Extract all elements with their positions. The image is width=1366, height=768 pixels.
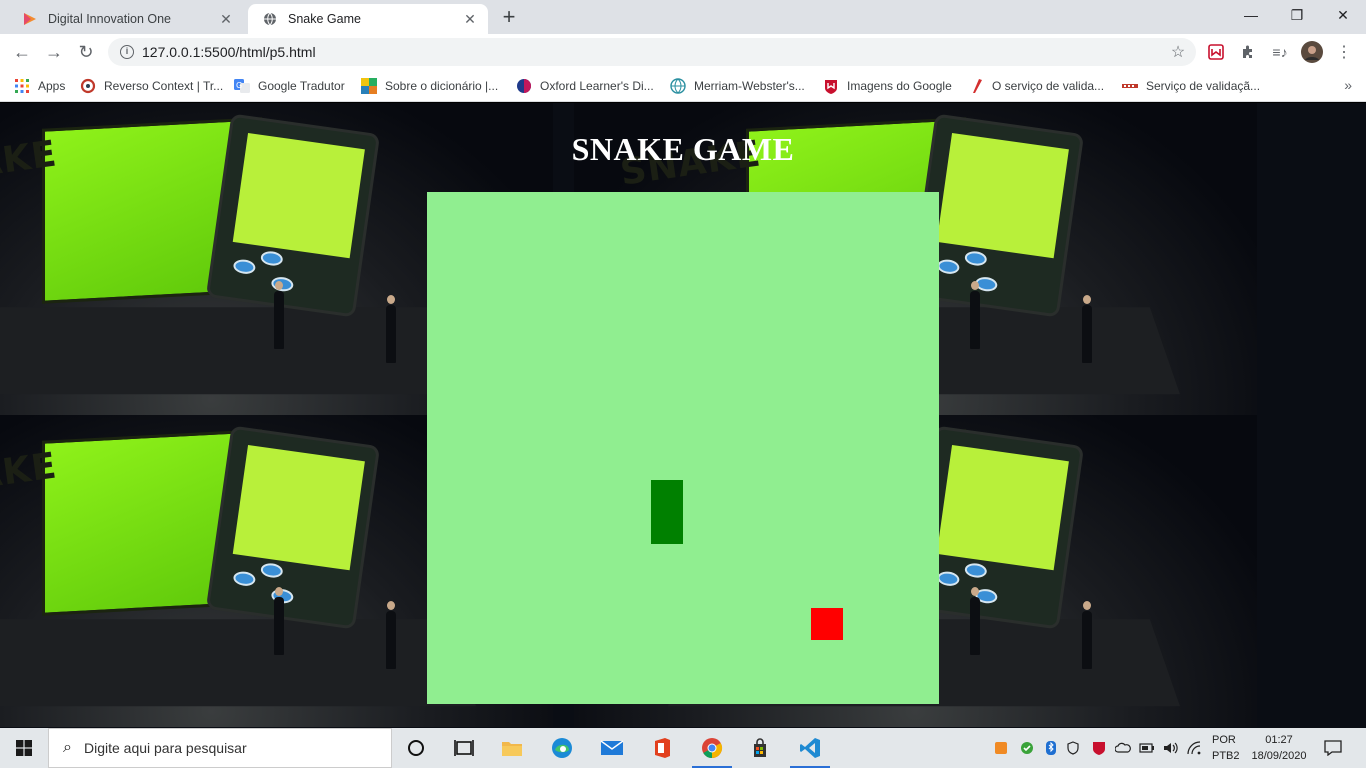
bluetooth-icon[interactable]: [1042, 738, 1060, 758]
taskbar-search-box[interactable]: ⌕ Digite aqui para pesquisar: [48, 728, 392, 768]
reverso-icon: [80, 78, 96, 94]
bookmark-imagens-do-google[interactable]: Imagens do Google: [823, 75, 952, 97]
pen-icon: [968, 78, 984, 94]
notification-center-icon[interactable]: [1320, 736, 1346, 760]
game-board-canvas[interactable]: [427, 192, 939, 704]
minimize-button[interactable]: —: [1228, 0, 1274, 30]
profile-avatar[interactable]: [1300, 40, 1324, 64]
media-control-icon[interactable]: ≡♪: [1268, 40, 1292, 64]
security-check-icon[interactable]: [1018, 738, 1036, 758]
globe-icon: [262, 11, 278, 27]
bookmark-label: O serviço de valida...: [992, 79, 1105, 93]
bookmark-label: Sobre o dicionário |...: [385, 79, 499, 93]
tab-title: Digital Innovation One: [48, 12, 171, 26]
food-item: [811, 608, 843, 640]
bookmark-label: Reverso Context | Tr...: [104, 79, 224, 93]
search-icon: ⌕: [63, 739, 72, 756]
clock-date: 18/09/2020: [1251, 750, 1307, 762]
task-view-icon[interactable]: [440, 728, 488, 768]
dio-logo-icon: [22, 11, 38, 27]
battery-icon[interactable]: [1138, 738, 1156, 758]
mcafee-tray-icon[interactable]: [1090, 738, 1108, 758]
forward-arrow-icon[interactable]: →: [40, 38, 68, 66]
google-translate-icon: G: [234, 78, 250, 94]
bookmark-oxford[interactable]: Oxford Learner's Di...: [516, 75, 654, 97]
bookmark-label: Google Tradutor: [258, 79, 345, 93]
vscode-icon[interactable]: [786, 728, 834, 768]
apps-grid-icon: [14, 78, 30, 94]
site-info-icon[interactable]: i: [120, 45, 134, 59]
input-language-indicator[interactable]: POR PTB2: [1212, 732, 1240, 764]
reload-icon[interactable]: ↻: [72, 38, 100, 66]
office-icon[interactable]: [638, 728, 686, 768]
search-placeholder: Digite aqui para pesquisar: [83, 740, 247, 756]
chrome-menu-icon[interactable]: ⋮: [1332, 40, 1356, 64]
defender-shield-icon[interactable]: [1064, 738, 1082, 758]
snake-body: [651, 480, 683, 544]
tab-snake-game[interactable]: Snake Game ✕: [248, 4, 488, 34]
edge-browser-icon[interactable]: [538, 728, 586, 768]
new-tab-button[interactable]: +: [497, 6, 521, 30]
file-explorer-icon[interactable]: [488, 728, 536, 768]
bookmark-apps[interactable]: Apps: [14, 75, 65, 97]
cortana-icon[interactable]: [392, 728, 440, 768]
bookmarks-overflow-icon[interactable]: »: [1344, 77, 1352, 93]
mail-icon[interactable]: [588, 728, 636, 768]
bookmark-servico-validacao-1[interactable]: O serviço de valida...: [968, 75, 1104, 97]
clock-time: 01:27: [1265, 734, 1293, 746]
bookmarks-bar: Apps Reverso Context | Tr... G Google Tr…: [0, 70, 1366, 102]
close-window-button[interactable]: ✕: [1320, 0, 1366, 30]
bookmark-google-tradutor[interactable]: G Google Tradutor: [234, 75, 345, 97]
page-viewport: SNAKE SNAKE SNAKE SNAKE SNAKE GAME: [0, 103, 1366, 728]
bookmark-servico-validacao-2[interactable]: Serviço de validaçã...: [1122, 75, 1260, 97]
bookmark-label: Serviço de validaçã...: [1146, 79, 1261, 93]
network-icon[interactable]: [1186, 738, 1204, 758]
extensions-puzzle-icon[interactable]: [1236, 40, 1260, 64]
tab-close-icon[interactable]: ✕: [218, 11, 234, 27]
tab-digital-innovation-one[interactable]: Digital Innovation One ✕: [8, 4, 244, 34]
tab-title: Snake Game: [288, 12, 361, 26]
bookmark-label: Oxford Learner's Di...: [540, 79, 654, 93]
back-arrow-icon[interactable]: ←: [8, 38, 36, 66]
store-icon[interactable]: [736, 728, 784, 768]
windows-taskbar: ⌕ Digite aqui para pesquisar POR PTB2 01…: [0, 728, 1366, 768]
system-clock[interactable]: 01:27 18/09/2020: [1249, 732, 1309, 764]
bookmark-label: Merriam-Webster's...: [694, 79, 805, 93]
browser-tab-strip: Digital Innovation One ✕ Snake Game ✕ + …: [0, 0, 1366, 34]
svg-text:G: G: [236, 81, 242, 90]
mcafee-extension-icon[interactable]: [1204, 40, 1228, 64]
onedrive-icon[interactable]: [1114, 738, 1132, 758]
url-text[interactable]: 127.0.0.1:5500/html/p5.html: [142, 44, 1166, 60]
bookmark-label: Apps: [38, 79, 66, 93]
volume-icon[interactable]: [1162, 738, 1180, 758]
tab-close-icon[interactable]: ✕: [462, 11, 478, 27]
bookmark-label: Imagens do Google: [847, 79, 952, 93]
windows-start-button[interactable]: [0, 728, 48, 768]
globe-icon: [670, 78, 686, 94]
dicionario-icon: [361, 78, 377, 94]
address-bar[interactable]: i 127.0.0.1:5500/html/p5.html ☆: [108, 38, 1196, 66]
oxford-icon: [516, 78, 532, 94]
bookmark-star-icon[interactable]: ☆: [1166, 42, 1190, 62]
chrome-icon[interactable]: [688, 728, 736, 768]
bookmark-merriam-webster[interactable]: Merriam-Webster's...: [670, 75, 805, 97]
bookmark-reverso[interactable]: Reverso Context | Tr...: [80, 75, 223, 97]
keyboard-layout: PTB2: [1212, 750, 1240, 762]
tray-app-icon[interactable]: [992, 738, 1010, 758]
restore-button[interactable]: ❐: [1274, 0, 1320, 30]
validator-icon: [1122, 78, 1138, 94]
browser-toolbar: ← → ↻ i 127.0.0.1:5500/html/p5.html ☆ ≡♪…: [0, 34, 1366, 70]
language-code: POR: [1212, 734, 1236, 746]
mcafee-icon: [823, 78, 839, 94]
bookmark-dicionario[interactable]: Sobre o dicionário |...: [361, 75, 498, 97]
page-title: SNAKE GAME: [571, 131, 795, 167]
